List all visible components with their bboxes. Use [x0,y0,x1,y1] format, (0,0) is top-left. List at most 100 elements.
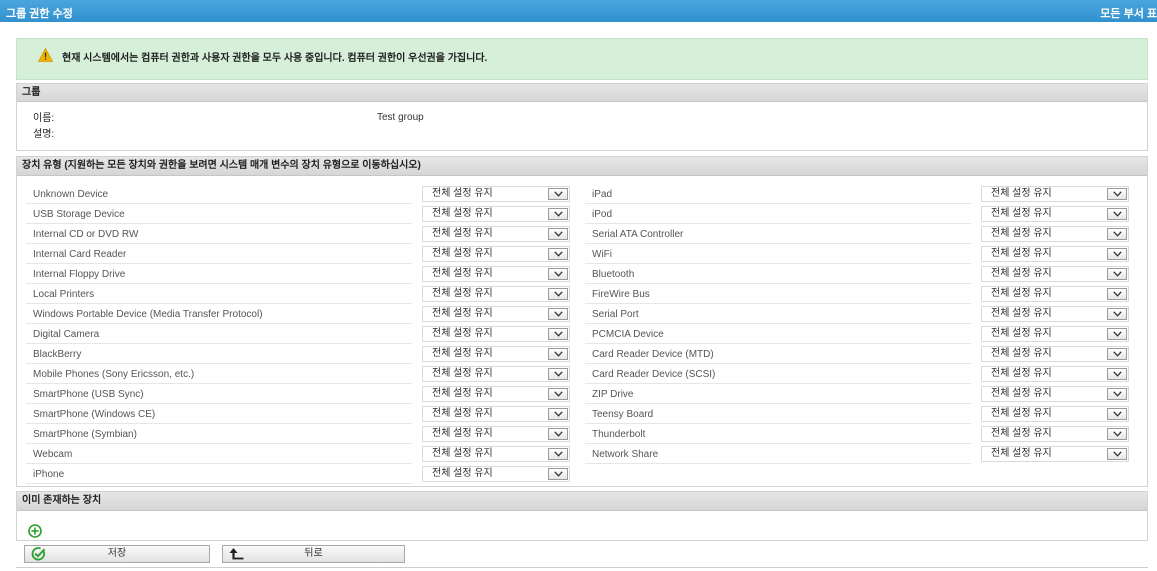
device-permission-select[interactable]: 전체 설정 유지 [981,366,1129,382]
chevron-down-icon[interactable] [1107,288,1127,300]
chevron-down-icon[interactable] [548,408,568,420]
device-permission-select[interactable]: 전체 설정 유지 [981,406,1129,422]
device-permission-select[interactable]: 전체 설정 유지 [422,226,570,242]
device-permission-value: 전체 설정 유지 [432,388,493,399]
device-permission-select[interactable]: 전체 설정 유지 [422,206,570,222]
device-row: Thunderbolt 전체 설정 유지 [585,424,1129,444]
device-permission-select[interactable]: 전체 설정 유지 [981,426,1129,442]
device-permission-select[interactable]: 전체 설정 유지 [981,446,1129,462]
device-row: Internal Card Reader 전체 설정 유지 [26,244,570,264]
device-permission-value: 전체 설정 유지 [432,348,493,359]
device-row: Mobile Phones (Sony Ericsson, etc.) 전체 설… [26,364,570,384]
device-permission-select[interactable]: 전체 설정 유지 [981,346,1129,362]
device-permission-value: 전체 설정 유지 [432,268,493,279]
device-permission-select[interactable]: 전체 설정 유지 [422,286,570,302]
name-label: 이름: [33,113,55,124]
device-name-label: WiFi [585,245,971,264]
chevron-down-icon[interactable] [548,428,568,440]
device-list-left-column: Unknown Device 전체 설정 유지 USB Storage Devi… [26,184,570,484]
add-circle-icon[interactable] [28,524,42,538]
device-permission-select[interactable]: 전체 설정 유지 [422,346,570,362]
device-permission-select[interactable]: 전체 설정 유지 [981,286,1129,302]
device-permission-select[interactable]: 전체 설정 유지 [422,406,570,422]
device-permission-select[interactable]: 전체 설정 유지 [981,386,1129,402]
device-permission-select[interactable]: 전체 설정 유지 [981,206,1129,222]
device-row: FireWire Bus 전체 설정 유지 [585,284,1129,304]
device-name-label: Internal CD or DVD RW [26,225,412,244]
device-name-label: SmartPhone (Windows CE) [26,405,412,424]
device-permission-select[interactable]: 전체 설정 유지 [981,266,1129,282]
existing-devices-section: 이미 존재하는 장치 [16,491,1148,541]
show-all-departments-link[interactable]: 모든 부서 표 [1100,5,1157,21]
device-name-label: Serial ATA Controller [585,225,971,244]
warning-icon [38,48,53,62]
chevron-down-icon[interactable] [548,308,568,320]
device-name-label: Webcam [26,445,412,464]
description-label: 설명: [33,129,55,140]
device-permission-select[interactable]: 전체 설정 유지 [422,366,570,382]
device-permission-value: 전체 설정 유지 [432,328,493,339]
chevron-down-icon[interactable] [548,388,568,400]
device-name-label: Digital Camera [26,325,412,344]
chevron-down-icon[interactable] [548,468,568,480]
device-permission-value: 전체 설정 유지 [991,268,1052,279]
back-button-label: 뒤로 [304,548,323,559]
device-name-label: Unknown Device [26,185,412,204]
chevron-down-icon[interactable] [1107,328,1127,340]
device-row: SmartPhone (Symbian) 전체 설정 유지 [26,424,570,444]
device-list-right-column: iPad 전체 설정 유지 iPod 전체 설정 유지 Serial ATA C… [585,184,1129,464]
device-permission-value: 전체 설정 유지 [432,408,493,419]
chevron-down-icon[interactable] [548,188,568,200]
chevron-down-icon[interactable] [548,228,568,240]
chevron-down-icon[interactable] [548,328,568,340]
device-permission-select[interactable]: 전체 설정 유지 [422,306,570,322]
back-button[interactable]: 뒤로 [222,545,405,563]
chevron-down-icon[interactable] [1107,188,1127,200]
save-button[interactable]: 저장 [24,545,210,563]
chevron-down-icon[interactable] [548,448,568,460]
device-permission-select[interactable]: 전체 설정 유지 [422,266,570,282]
device-permission-value: 전체 설정 유지 [432,188,493,199]
chevron-down-icon[interactable] [548,348,568,360]
device-permission-value: 전체 설정 유지 [432,288,493,299]
device-permission-select[interactable]: 전체 설정 유지 [422,186,570,202]
chevron-down-icon[interactable] [1107,268,1127,280]
device-permission-select[interactable]: 전체 설정 유지 [981,326,1129,342]
chevron-down-icon[interactable] [548,248,568,260]
chevron-down-icon[interactable] [548,288,568,300]
device-permission-value: 전체 설정 유지 [991,248,1052,259]
chevron-down-icon[interactable] [1107,408,1127,420]
chevron-down-icon[interactable] [1107,368,1127,380]
chevron-down-icon[interactable] [1107,248,1127,260]
device-permission-select[interactable]: 전체 설정 유지 [422,386,570,402]
chevron-down-icon[interactable] [1107,388,1127,400]
chevron-down-icon[interactable] [548,208,568,220]
check-circle-icon [31,547,46,561]
chevron-down-icon[interactable] [1107,308,1127,320]
chevron-down-icon[interactable] [548,268,568,280]
device-permission-value: 전체 설정 유지 [991,228,1052,239]
device-permission-select[interactable]: 전체 설정 유지 [422,246,570,262]
device-permission-select[interactable]: 전체 설정 유지 [981,246,1129,262]
device-permission-select[interactable]: 전체 설정 유지 [422,466,570,482]
title-bar: 그룹 권한 수정 모든 부서 표 [0,0,1157,22]
chevron-down-icon[interactable] [548,368,568,380]
device-name-label: iPhone [26,465,412,484]
device-permission-select[interactable]: 전체 설정 유지 [422,326,570,342]
device-permission-select[interactable]: 전체 설정 유지 [981,226,1129,242]
device-name-label: iPod [585,205,971,224]
device-row: SmartPhone (USB Sync) 전체 설정 유지 [26,384,570,404]
save-button-label: 저장 [107,548,127,559]
chevron-down-icon[interactable] [1107,228,1127,240]
device-permission-value: 전체 설정 유지 [432,428,493,439]
chevron-down-icon[interactable] [1107,348,1127,360]
device-permission-select[interactable]: 전체 설정 유지 [981,306,1129,322]
device-permission-select[interactable]: 전체 설정 유지 [422,446,570,462]
chevron-down-icon[interactable] [1107,208,1127,220]
chevron-down-icon[interactable] [1107,428,1127,440]
chevron-down-icon[interactable] [1107,448,1127,460]
device-permission-select[interactable]: 전체 설정 유지 [422,426,570,442]
device-row: BlackBerry 전체 설정 유지 [26,344,570,364]
device-permission-select[interactable]: 전체 설정 유지 [981,186,1129,202]
device-row: Teensy Board 전체 설정 유지 [585,404,1129,424]
